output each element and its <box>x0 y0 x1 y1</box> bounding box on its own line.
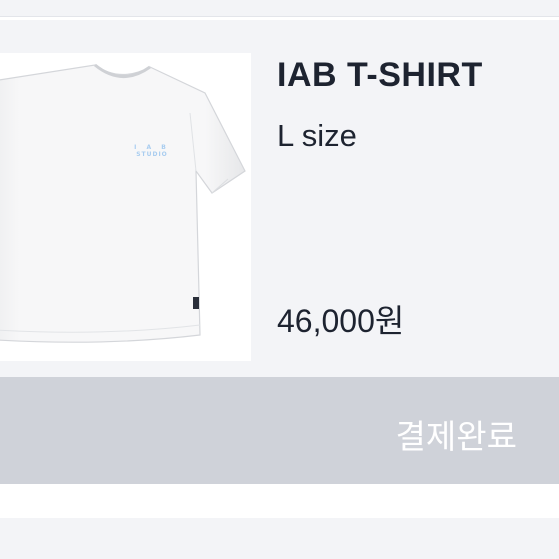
tshirt-illustration <box>0 63 246 343</box>
product-option: L size <box>277 118 357 153</box>
product-name: IAB T-SHIRT <box>277 56 483 94</box>
order-screen: I A B STUDIO IAB T-SHIRT L size 46,000원 … <box>0 0 559 559</box>
print-text-bottom: STUDIO <box>136 150 168 158</box>
order-item-card[interactable]: I A B STUDIO IAB T-SHIRT L size 46,000원 … <box>0 20 559 484</box>
payment-status-label: 결제완료 <box>395 417 517 456</box>
product-image[interactable]: I A B STUDIO <box>0 53 251 361</box>
payment-complete-button[interactable]: 결제완료 <box>0 377 559 484</box>
next-order-card-edge <box>0 518 559 559</box>
previous-order-card-edge <box>0 0 559 17</box>
product-price: 46,000원 <box>277 303 405 339</box>
tshirt-print-logo: I A B STUDIO <box>130 144 174 158</box>
